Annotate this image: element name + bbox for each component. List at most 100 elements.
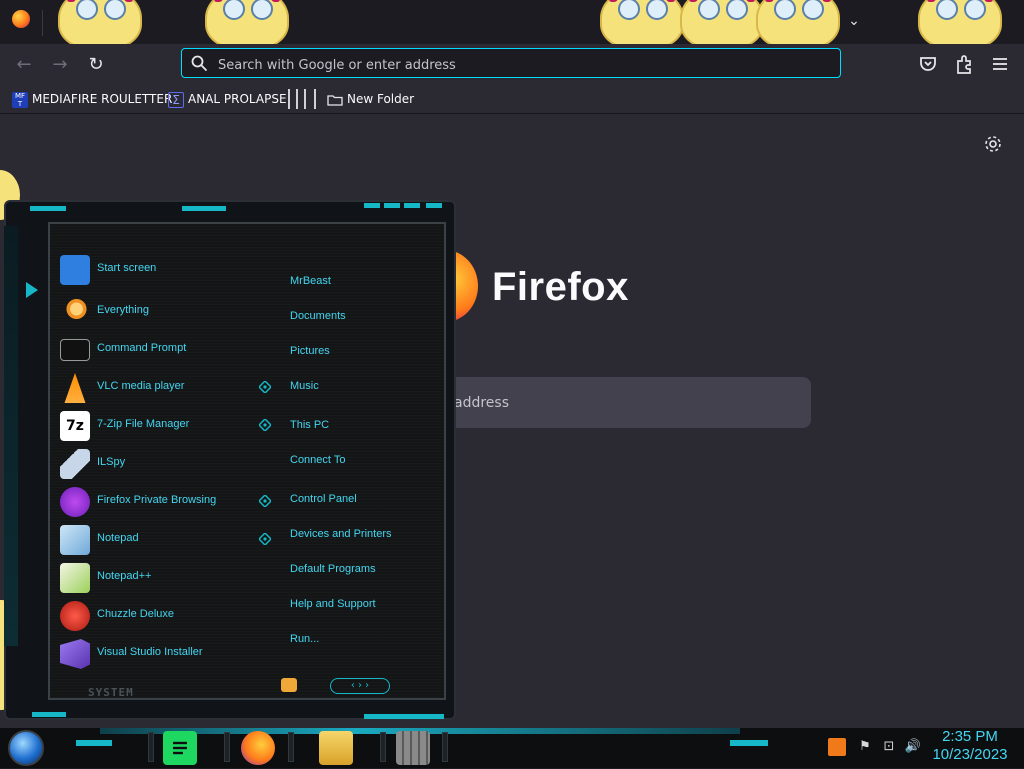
submenu-arrow-icon — [259, 419, 271, 431]
program-item[interactable]: Firefox Private Browsing — [58, 486, 258, 518]
program-item[interactable]: Command Prompt — [58, 334, 258, 366]
tray-app-icon[interactable] — [828, 738, 846, 756]
submenu-arrow-icon — [259, 381, 271, 393]
place-item[interactable]: Pictures — [290, 345, 330, 357]
start-menu-accent — [404, 203, 420, 208]
firefox-private-icon — [60, 487, 90, 517]
program-item[interactable]: Everything — [58, 296, 258, 328]
start-menu-accent — [426, 203, 442, 208]
firefox-tab-icon[interactable] — [12, 10, 30, 28]
program-label: Command Prompt — [97, 342, 187, 354]
taskbar-accent — [730, 740, 768, 746]
mediafire-icon: MF T — [12, 91, 28, 108]
start-menu-nav-arrows[interactable]: ‹ › › — [330, 678, 390, 694]
program-item[interactable]: Chuzzle Deluxe — [58, 600, 258, 632]
gear-icon[interactable] — [983, 134, 1003, 154]
start-menu-accent — [30, 206, 66, 211]
firewall-icon[interactable] — [396, 731, 430, 765]
program-label: Everything — [97, 304, 149, 316]
reload-button[interactable]: ↻ — [82, 51, 110, 79]
program-item[interactable]: 7z 7-Zip File Manager — [58, 410, 258, 442]
program-label: Firefox Private Browsing — [97, 494, 217, 506]
place-item[interactable]: Help and Support — [290, 598, 376, 610]
place-item[interactable]: Connect To — [290, 454, 345, 466]
taskbar-divider — [224, 732, 230, 762]
program-item[interactable]: Notepad++ — [58, 562, 258, 594]
sticker-image — [58, 0, 142, 50]
address-input[interactable] — [216, 54, 820, 76]
sticker-image — [756, 0, 840, 50]
notepad-plus-icon — [60, 563, 90, 593]
start-menu-side-bar — [4, 226, 18, 646]
spotify-like-app-icon[interactable] — [163, 731, 197, 765]
place-item[interactable]: Default Programs — [290, 563, 376, 575]
bookmark-folder[interactable]: New Folder — [327, 90, 414, 108]
clock-time[interactable]: 2:35 PM — [920, 728, 1020, 745]
cmd-icon — [60, 339, 90, 361]
program-item[interactable]: ILSpy — [58, 448, 258, 480]
network-icon[interactable]: ⊡ — [880, 738, 898, 756]
place-item[interactable]: Control Panel — [290, 493, 357, 505]
power-icon[interactable] — [281, 678, 297, 692]
start-menu-accent — [384, 203, 400, 208]
start-menu-accent — [32, 712, 66, 717]
submenu-arrow-icon — [259, 533, 271, 545]
taskbar-divider — [380, 732, 386, 762]
start-button[interactable] — [8, 730, 44, 766]
place-item[interactable]: Devices and Printers — [290, 528, 392, 540]
folder-icon — [327, 94, 343, 106]
submenu-arrow-icon — [259, 495, 271, 507]
forward-button[interactable]: → — [46, 51, 74, 79]
program-label: Visual Studio Installer — [97, 646, 203, 658]
start-screen-icon — [60, 255, 90, 285]
bookmark-separator — [314, 89, 316, 109]
place-item[interactable]: Music — [290, 380, 319, 392]
taskbar-divider — [148, 732, 154, 762]
sigma-icon: Σ — [168, 91, 184, 108]
program-label: Notepad — [97, 532, 139, 544]
bookmark-separator — [288, 89, 290, 109]
extensions-icon[interactable] — [952, 52, 976, 76]
back-button[interactable]: ← — [10, 51, 38, 79]
sticker-image — [600, 0, 684, 50]
program-item[interactable]: Visual Studio Installer — [58, 638, 258, 670]
program-label: ILSpy — [97, 456, 126, 468]
program-item[interactable]: Start screen — [58, 254, 258, 286]
start-menu-accent — [364, 714, 444, 719]
sticker-image — [205, 0, 289, 50]
tab-list-button[interactable]: ⌄ — [843, 10, 865, 32]
place-item[interactable]: MrBeast — [290, 275, 331, 287]
taskbar-divider — [442, 732, 448, 762]
program-item[interactable]: VLC media player — [58, 372, 258, 404]
search-icon — [191, 55, 207, 71]
vlc-cone-icon — [64, 373, 86, 403]
place-item[interactable]: Documents — [290, 310, 346, 322]
taskbar-accent — [76, 740, 112, 746]
program-label: VLC media player — [97, 380, 185, 392]
file-explorer-icon[interactable] — [319, 731, 353, 765]
firefox-icon[interactable] — [241, 731, 275, 765]
flag-icon[interactable]: ⚑ — [856, 738, 874, 756]
tab-strip — [0, 0, 1024, 44]
bookmark-label: New Folder — [347, 92, 415, 106]
7zip-icon: 7z — [60, 411, 90, 441]
firefox-wordmark: Firefox — [492, 265, 629, 309]
bookmark-sigma[interactable]: Σ ANAL PROLAPSE — [168, 90, 287, 108]
program-label: Chuzzle Deluxe — [97, 608, 175, 620]
clock-date[interactable]: 10/23/2023 — [920, 746, 1020, 763]
program-label: Start screen — [97, 262, 157, 274]
sticker-image — [680, 0, 764, 50]
menu-icon[interactable] — [988, 52, 1012, 76]
start-menu-accent — [364, 203, 380, 208]
place-item[interactable]: Run... — [290, 633, 319, 645]
taskbar-divider — [288, 732, 294, 762]
pocket-icon[interactable] — [916, 52, 940, 76]
chuzzle-icon — [60, 601, 90, 631]
program-label: Notepad++ — [97, 570, 152, 582]
vs-installer-icon — [60, 639, 90, 669]
newtab-search-placeholder: address — [454, 395, 510, 411]
bookmark-mediafire[interactable]: MF T MEDIAFIRE ROULETTER — [12, 90, 172, 108]
url-bar[interactable] — [181, 48, 841, 78]
program-item[interactable]: Notepad — [58, 524, 258, 556]
place-item[interactable]: This PC — [290, 419, 329, 431]
